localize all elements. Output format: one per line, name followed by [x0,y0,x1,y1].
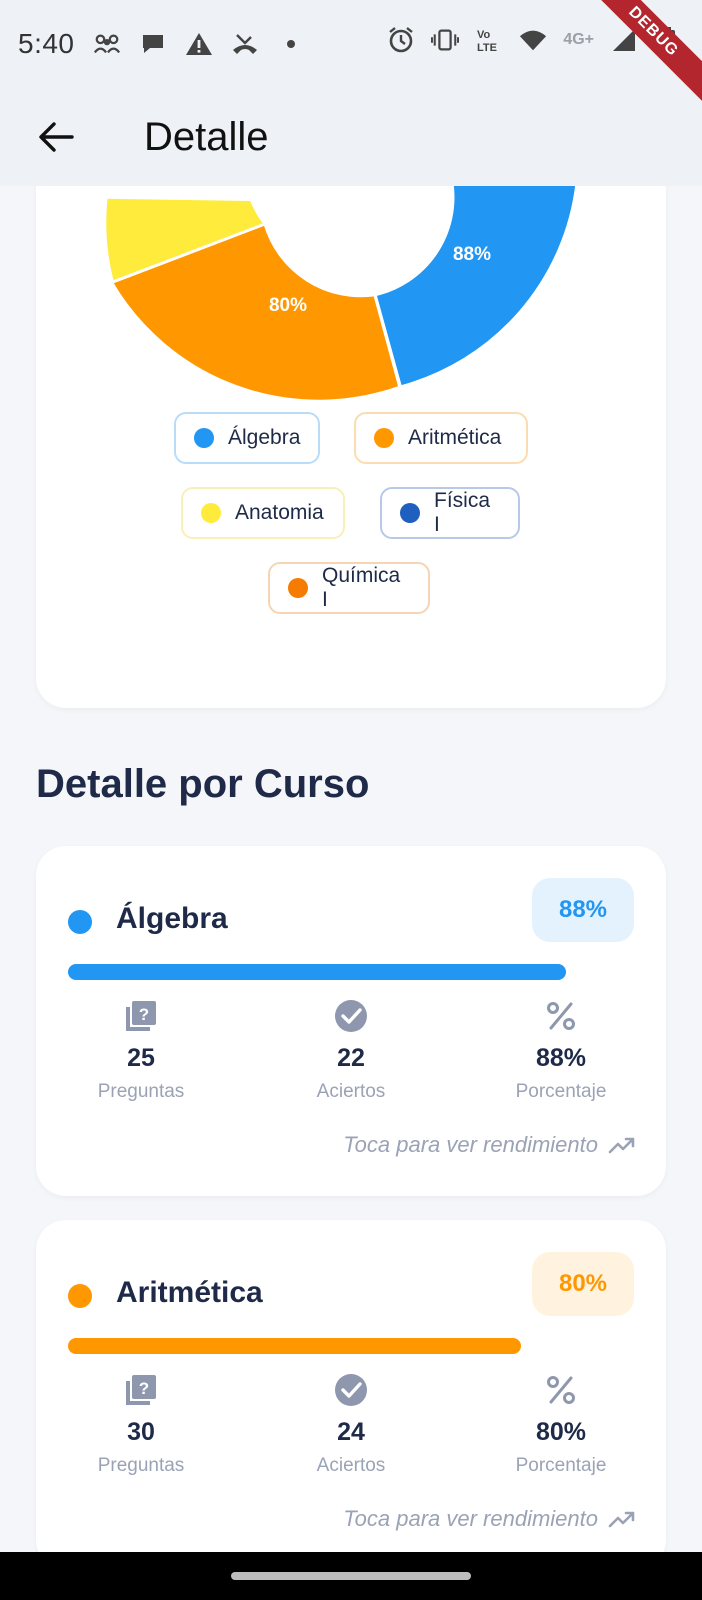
stat-label: Aciertos [316,1455,386,1476]
stat-label: Aciertos [316,1081,386,1102]
percent-badge: 80% [532,1252,634,1316]
legend-label: Álgebra [228,426,301,449]
progress-fill [68,1338,521,1354]
stat-value: 88% [535,1044,587,1072]
stat-label: Preguntas [97,1081,185,1102]
legend-dot [374,428,394,448]
stat-value: 24 [337,1418,365,1446]
dot-icon [277,30,305,58]
course-stats: ? 30 Preguntas 24 Aciertos 80% Porcentaj… [36,1372,666,1477]
check-circle-icon [333,998,369,1034]
app-bar: Detalle [0,88,702,186]
stat-percentage: 80% Porcentaje [456,1372,666,1477]
stat-correct: 22 Aciertos [246,998,456,1103]
legend-label: Aritmética [408,426,502,449]
course-card-algebra[interactable]: Álgebra 88% ? 25 Preguntas 22 Aciertos 8… [36,846,666,1196]
svg-text:?: ? [139,1379,149,1398]
wifi-icon [519,26,547,54]
tap-hint[interactable]: Toca para ver rendimiento [343,1506,636,1532]
legend-chip-fisica[interactable]: Física I [380,487,520,539]
course-name: Álgebra [116,902,228,935]
slice-algebra [373,181,579,389]
stat-value: 30 [127,1418,155,1446]
legend-chip-anatomia[interactable]: Anatomia [181,487,345,539]
stat-label: Porcentaje [515,1455,607,1476]
stat-questions: ? 25 Preguntas [36,998,246,1103]
chat-icon [139,30,167,58]
progress-bar [68,1338,634,1354]
warning-icon [185,30,213,58]
home-handle[interactable] [231,1572,471,1580]
alarm-icon [387,26,415,54]
quiz-icon: ? [123,998,159,1034]
course-color-dot [68,1284,92,1308]
percent-icon [543,1372,579,1408]
trending-up-icon [608,1137,635,1154]
stat-questions: ? 30 Preguntas [36,1372,246,1477]
tap-hint-label: Toca para ver rendimiento [343,1506,598,1531]
quiz-icon: ? [123,1372,159,1408]
percent-icon [543,998,579,1034]
legend-dot [400,503,420,523]
progress-bar [68,964,634,980]
status-bar: 5:40 Vo LTE 4G+ DEBUG [0,0,702,110]
stat-value: 25 [127,1044,155,1072]
progress-fill [68,964,567,980]
slice-label-aritmetica: 80% [269,295,307,316]
svg-text:Vo: Vo [477,29,491,41]
section-title: Detalle por Curso [36,762,370,806]
legend-label: Física I [434,489,491,536]
vibrate-icon [431,26,460,54]
legend-label: Química I [322,564,401,611]
network-type: 4G+ [563,31,594,48]
stat-label: Preguntas [97,1455,185,1476]
group-icon [93,30,121,58]
course-name: Aritmética [116,1276,263,1309]
legend-dot [288,578,308,598]
trending-up-icon [608,1511,635,1528]
status-left-icons [93,30,305,58]
legend-dot [201,503,221,523]
svg-text:LTE: LTE [477,42,497,54]
course-card-aritmetica[interactable]: Aritmética 80% ? 30 Preguntas 24 Acierto… [36,1220,666,1570]
stat-value: 80% [535,1418,587,1446]
legend-label: Anatomia [235,501,324,524]
stat-label: Porcentaje [515,1081,607,1102]
stat-percentage: 88% Porcentaje [456,998,666,1103]
legend-chip-aritmetica[interactable]: Aritmética [354,412,528,464]
page-title: Detalle [144,114,269,159]
back-button[interactable] [26,107,86,167]
legend-dot [194,428,214,448]
stat-correct: 24 Aciertos [246,1372,456,1477]
legend-chip-algebra[interactable]: Álgebra [174,412,320,464]
check-circle-icon [333,1372,369,1408]
slice-label-algebra: 88% [453,244,491,265]
percent-badge: 88% [532,878,634,942]
volte-icon: Vo LTE [475,26,503,54]
missed-call-icon [231,30,259,58]
stat-value: 22 [337,1044,365,1072]
tap-hint-label: Toca para ver rendimiento [343,1132,598,1157]
navigation-bar [0,1552,702,1600]
course-color-dot [68,910,92,934]
legend-chip-quimica[interactable]: Química I [268,562,430,614]
arrow-back-icon [39,122,74,152]
status-time: 5:40 [18,28,75,59]
chart-card: 88% 80% Álgebra Aritmética Anatomia Físi… [36,120,666,708]
svg-text:?: ? [139,1005,149,1024]
course-stats: ? 25 Preguntas 22 Aciertos 88% Porcentaj… [36,998,666,1103]
tap-hint[interactable]: Toca para ver rendimiento [343,1132,636,1158]
